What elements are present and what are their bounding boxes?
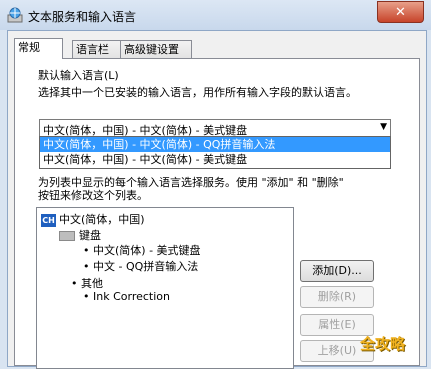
add-button[interactable]: 添加(D)... [300,260,374,282]
tab-general[interactable]: 常规 [14,38,63,59]
keyboard-globe-icon [7,7,23,23]
tab-language-bar[interactable]: 语言栏 [72,40,122,58]
watermark-logo: 全攻略 [360,335,406,353]
tree-keyboard-item[interactable]: • 中文(简体) - 美式键盘 [83,242,201,258]
tree-keyboard-label: 键盘 [79,229,101,242]
close-icon: ✕ [395,4,406,20]
dropdown-option-qq-pinyin[interactable]: 中文(简体，中国) - 中文(简体) - QQ拼音输入法 [40,137,390,152]
dropdown-option-us-keyboard[interactable]: 中文(简体，中国) - 中文(简体) - 美式键盘 [40,152,390,167]
default-language-dropdown: 中文(简体，中国) - 中文(简体) - QQ拼音输入法 中文(简体，中国) -… [39,136,391,169]
default-language-description: 选择其中一个已安装的输入语言，用作所有输入字段的默认语言。 [38,86,357,99]
remove-button[interactable]: 删除(R) [300,286,374,308]
default-language-heading: 默认输入语言(L) [38,69,119,82]
tree-keyboard-item[interactable]: • 中文 - QQ拼音输入法 [83,258,198,274]
close-button[interactable]: ✕ [377,1,424,23]
installed-services-tree[interactable]: CH 中文(简体，中国) 键盘 • 中文(简体) - 美式键盘 • 中文 - QQ… [36,207,294,369]
title-bar: 文本服务和输入语言 ✕ [0,0,431,30]
window-title: 文本服务和输入语言 [28,10,137,24]
dialog-body: 常规 语言栏 高级键设置 默认输入语言(L) 选择其中一个已安装的输入语言，用作… [7,30,427,369]
tree-other-item[interactable]: • Ink Correction [83,290,170,303]
language-badge: CH [41,214,56,227]
tree-language-node[interactable]: CH 中文(简体，中国) [41,211,145,227]
keyboard-icon [59,231,75,241]
tree-keyboard-group[interactable]: 键盘 [59,227,101,243]
tab-advanced-key-settings[interactable]: 高级键设置 [120,40,192,58]
services-description-line2: 按钮来修改这个列表。 [38,189,148,202]
default-language-select[interactable]: 中文(简体，中国) - 中文(简体) - 美式键盘 ▼ [39,119,391,137]
tree-other-group[interactable]: • 其他 [71,275,103,291]
chevron-down-icon[interactable]: ▼ [380,122,387,132]
tree-language-label: 中文(简体，中国) [59,213,145,226]
